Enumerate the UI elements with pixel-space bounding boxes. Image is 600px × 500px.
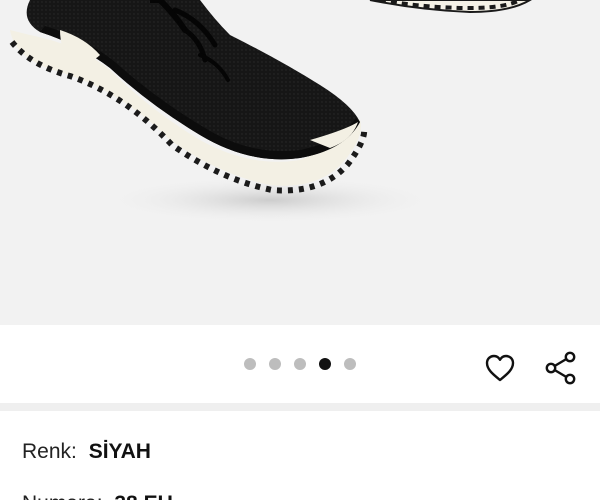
product-info: Renk: SİYAH Numara: 38 EU — [0, 411, 600, 500]
section-divider — [0, 403, 600, 411]
sneaker-illustration — [9, 0, 532, 224]
product-image[interactable] — [0, 0, 600, 325]
carousel-dot[interactable] — [244, 358, 256, 370]
gallery-control-bar — [0, 325, 600, 403]
share-icon — [545, 351, 576, 385]
color-label: Renk: — [22, 440, 77, 463]
carousel-dot-active[interactable] — [319, 358, 331, 370]
share-button[interactable] — [543, 350, 579, 386]
carousel-dot[interactable] — [294, 358, 306, 370]
size-label: Numara: — [22, 492, 103, 500]
color-row: Renk: SİYAH — [22, 439, 151, 465]
size-value: 38 EU — [114, 492, 172, 500]
carousel-pagination — [244, 358, 356, 370]
size-row[interactable]: Numara: 38 EU — [22, 491, 173, 500]
carousel-dot[interactable] — [344, 358, 356, 370]
color-value: SİYAH — [88, 440, 151, 463]
carousel-dot[interactable] — [269, 358, 281, 370]
heart-outline-icon — [485, 354, 515, 382]
product-detail-page: Renk: SİYAH Numara: 38 EU — [0, 0, 600, 500]
favorite-button[interactable] — [482, 350, 518, 386]
